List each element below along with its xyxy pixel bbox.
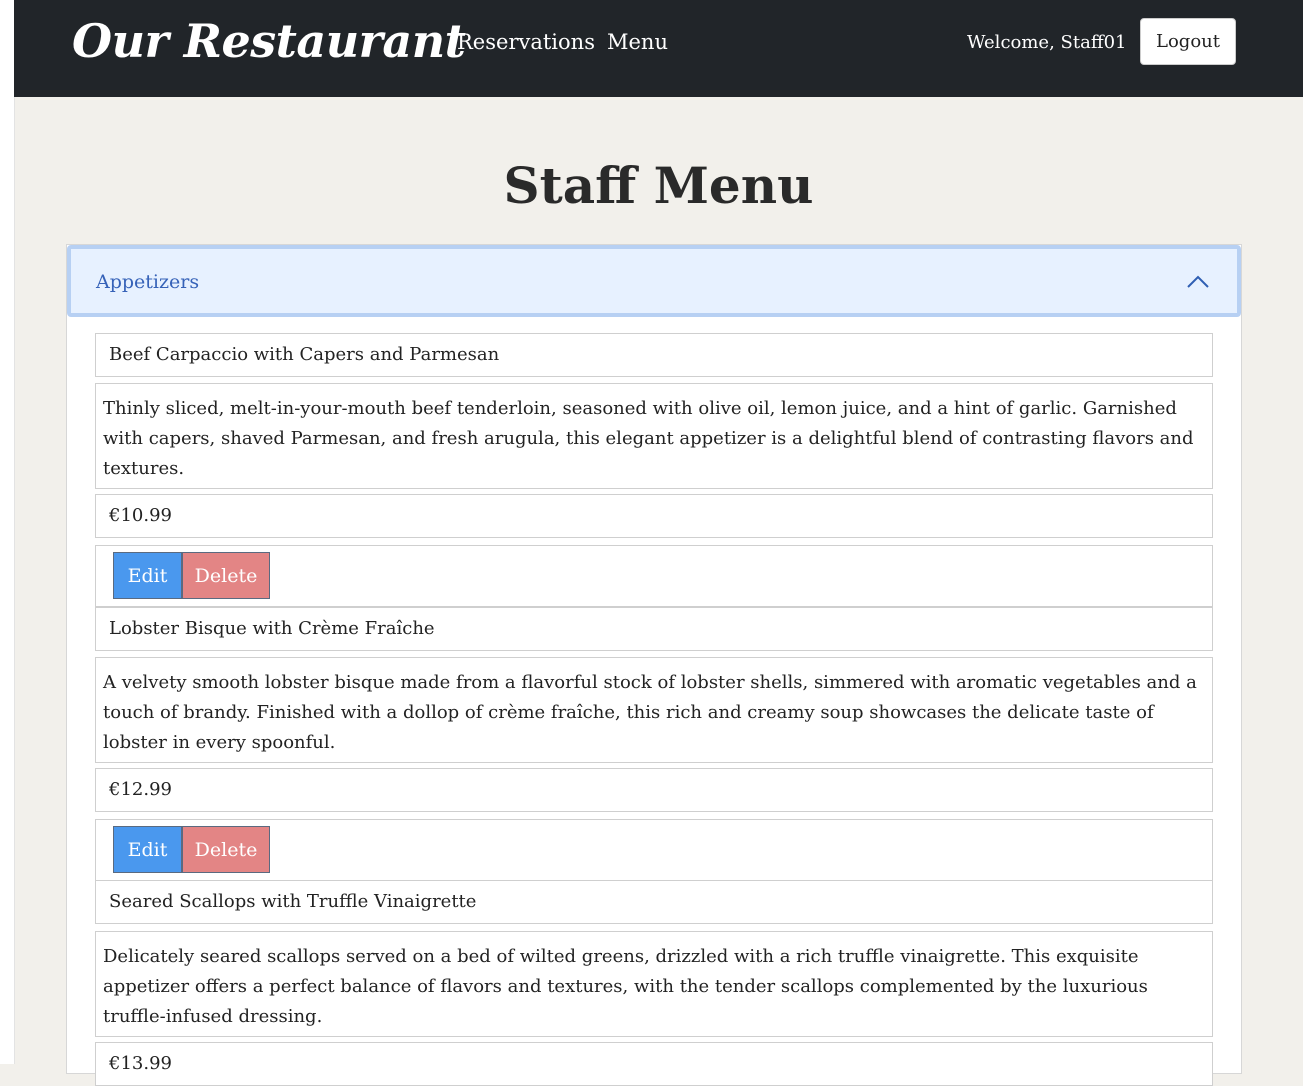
menu-item-name: Beef Carpaccio with Capers and Parmesan [95, 333, 1213, 377]
menu-item-price: €12.99 [95, 768, 1213, 812]
menu-item-actions: Edit Delete [95, 819, 1213, 881]
menu-item-price: €10.99 [95, 494, 1213, 538]
logout-button[interactable]: Logout [1140, 18, 1236, 65]
edit-button[interactable]: Edit [113, 826, 182, 873]
menu-item-description: Thinly sliced, melt-in-your-mouth beef t… [95, 383, 1213, 489]
accordion-title: Appetizers [96, 271, 200, 293]
accordion-header-appetizers[interactable]: Appetizers [67, 245, 1241, 317]
nav-link-menu[interactable]: Menu [607, 30, 668, 54]
menu-accordion: Appetizers Beef Carpaccio with Capers an… [66, 244, 1242, 1086]
top-navbar: Our Restaurant Reservations Menu Welcome… [14, 0, 1303, 97]
welcome-text: Welcome, Staff01 [967, 32, 1127, 53]
menu-item-price: €13.99 [95, 1042, 1213, 1086]
menu-item-description: Delicately seared scallops served on a b… [95, 931, 1213, 1037]
menu-item-description: A velvety smooth lobster bisque made fro… [95, 657, 1213, 763]
window-left-edge [0, 0, 15, 1064]
menu-item-name: Lobster Bisque with Crème Fraîche [95, 607, 1213, 651]
page-title: Staff Menu [503, 156, 814, 215]
chevron-up-icon [1187, 275, 1209, 288]
menu-item-name: Seared Scallops with Truffle Vinaigrette [95, 880, 1213, 924]
edit-button[interactable]: Edit [113, 552, 182, 599]
menu-item-actions: Edit Delete [95, 545, 1213, 607]
delete-button[interactable]: Delete [182, 826, 270, 873]
brand-logo[interactable]: Our Restaurant [72, 14, 466, 68]
nav-link-reservations[interactable]: Reservations [457, 30, 595, 54]
delete-button[interactable]: Delete [182, 552, 270, 599]
